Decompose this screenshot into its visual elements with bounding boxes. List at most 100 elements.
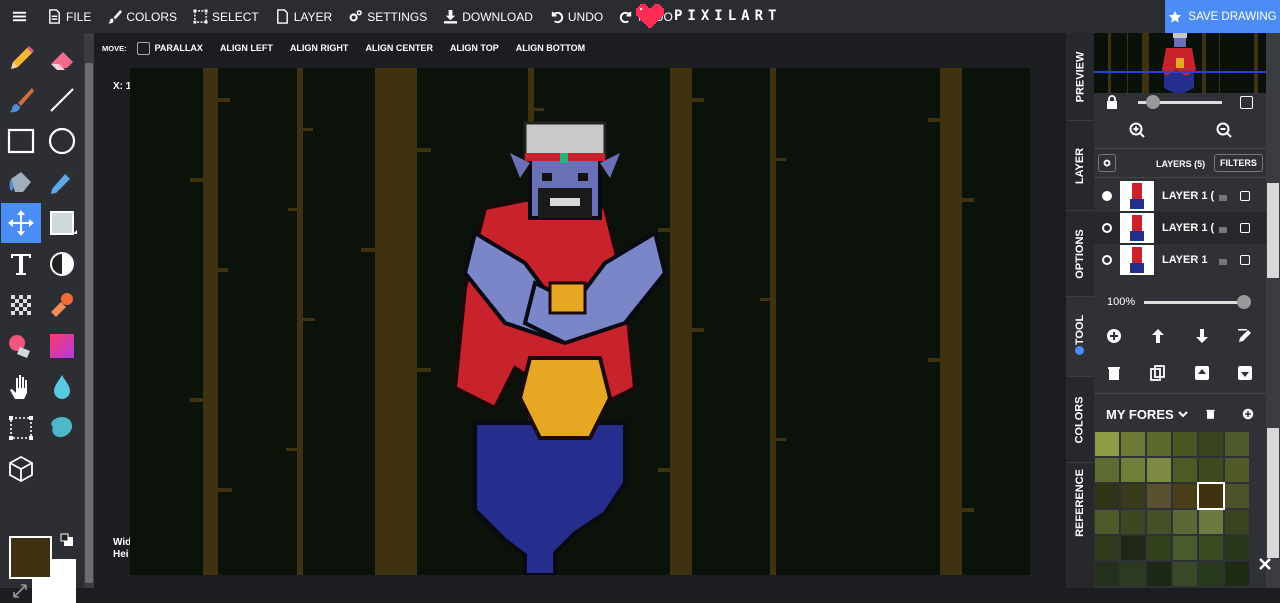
- eyedropper-tool[interactable]: [42, 162, 82, 202]
- palette-swatch[interactable]: [1173, 536, 1197, 560]
- pixilart-logo[interactable]: PIXILART: [636, 4, 781, 28]
- eraser-tool[interactable]: [42, 39, 82, 79]
- layer-active-radio[interactable]: [1102, 255, 1112, 265]
- align-right-button[interactable]: ALIGN RIGHT: [290, 43, 349, 53]
- checker-tool[interactable]: [1, 285, 41, 325]
- drawing-canvas[interactable]: [130, 68, 1030, 575]
- chevron-down-icon[interactable]: [1178, 409, 1188, 419]
- tab-colors[interactable]: COLORS: [1066, 377, 1094, 463]
- palette-name[interactable]: MY FORES: [1106, 407, 1174, 422]
- palette-swatch[interactable]: [1095, 484, 1119, 508]
- lock-icon[interactable]: [1106, 95, 1118, 109]
- parallax-checkbox[interactable]: [136, 41, 150, 55]
- gradient-tool[interactable]: [42, 326, 82, 366]
- palette-swatch[interactable]: [1147, 562, 1171, 586]
- reset-colors-icon[interactable]: [12, 583, 28, 599]
- layer-opacity-slider[interactable]: [1144, 295, 1251, 309]
- palette-swatch[interactable]: [1173, 458, 1197, 482]
- tab-preview[interactable]: PREVIEW: [1066, 33, 1094, 121]
- save-drawing-button[interactable]: SAVE DRAWING: [1165, 0, 1280, 33]
- rename-layer-button[interactable]: [1235, 326, 1255, 346]
- add-circle-icon[interactable]: [1242, 408, 1254, 420]
- layer-visibility-checkbox[interactable]: [1240, 191, 1250, 201]
- palette-swatch[interactable]: [1199, 536, 1223, 560]
- palette-swatch[interactable]: [1095, 510, 1119, 534]
- stamp-tool[interactable]: [42, 285, 82, 325]
- palette-swatch[interactable]: [1225, 562, 1249, 586]
- lasso-tool[interactable]: [42, 408, 82, 448]
- layer-visibility-checkbox[interactable]: [1240, 255, 1250, 265]
- layer-active-radio[interactable]: [1102, 191, 1112, 201]
- preview-zoom-slider[interactable]: [1138, 95, 1222, 109]
- fill-tool[interactable]: [1, 162, 41, 202]
- palette-swatch[interactable]: [1095, 432, 1119, 456]
- blur-tool[interactable]: [42, 367, 82, 407]
- palette-swatch[interactable]: [1225, 458, 1249, 482]
- 3d-tool[interactable]: [1, 449, 41, 489]
- layer-lock-icon[interactable]: [1218, 223, 1228, 233]
- tab-layer[interactable]: LAYER: [1066, 121, 1094, 211]
- select-menu-button[interactable]: SELECT: [185, 0, 267, 33]
- color-eraser-tool[interactable]: [1, 326, 41, 366]
- download-menu-button[interactable]: DOWNLOAD: [435, 0, 541, 33]
- add-layer-button[interactable]: [1104, 326, 1124, 346]
- dither-tool[interactable]: [42, 244, 82, 284]
- layer-item[interactable]: LAYER 1 (: [1094, 212, 1266, 244]
- layer-lock-icon[interactable]: [1218, 255, 1228, 265]
- align-top-button[interactable]: ALIGN TOP: [450, 43, 499, 53]
- parallax-toggle[interactable]: PARALLAX: [136, 41, 203, 55]
- palette-swatch[interactable]: [1199, 562, 1223, 586]
- close-icon[interactable]: [1259, 558, 1271, 570]
- preview-thumbnail[interactable]: [1094, 33, 1266, 93]
- layer-active-radio[interactable]: [1102, 223, 1112, 233]
- swap-colors-icon[interactable]: [60, 533, 74, 547]
- layer-lock-icon[interactable]: [1218, 191, 1228, 201]
- hamburger-menu-button[interactable]: [0, 0, 39, 33]
- select-rect-tool[interactable]: [1, 408, 41, 448]
- palette-swatch[interactable]: [1225, 484, 1249, 508]
- align-left-button[interactable]: ALIGN LEFT: [220, 43, 273, 53]
- preview-toggle-checkbox[interactable]: [1240, 96, 1253, 109]
- palette-swatch[interactable]: [1197, 482, 1225, 510]
- file-menu-button[interactable]: FILE: [39, 0, 99, 33]
- palette-swatch[interactable]: [1147, 484, 1171, 508]
- colors-menu-button[interactable]: COLORS: [99, 0, 185, 33]
- hand-tool[interactable]: [1, 367, 41, 407]
- layer-item[interactable]: LAYER 1 (: [1094, 180, 1266, 212]
- zoom-in-icon[interactable]: [1129, 122, 1145, 138]
- move-tool[interactable]: [1, 203, 41, 243]
- layer-menu-button[interactable]: LAYER: [267, 0, 340, 33]
- layer-visibility-checkbox[interactable]: [1240, 223, 1250, 233]
- align-center-button[interactable]: ALIGN CENTER: [365, 43, 433, 53]
- selection-shape-tool[interactable]: [42, 203, 82, 243]
- palette-swatch[interactable]: [1225, 432, 1249, 456]
- palette-swatch[interactable]: [1199, 458, 1223, 482]
- tab-reference[interactable]: REFERENCE: [1066, 463, 1094, 543]
- palette-swatch[interactable]: [1121, 536, 1145, 560]
- palette-swatch[interactable]: [1095, 458, 1119, 482]
- undo-button[interactable]: UNDO: [541, 0, 611, 33]
- filters-button[interactable]: FILTERS: [1214, 154, 1263, 172]
- merge-down-button[interactable]: [1235, 363, 1255, 383]
- palette-swatch[interactable]: [1173, 432, 1197, 456]
- settings-menu-button[interactable]: SETTINGS: [340, 0, 435, 33]
- right-panel-scrollbar[interactable]: [1266, 33, 1280, 588]
- palette-swatch[interactable]: [1095, 536, 1119, 560]
- rectangle-tool[interactable]: [1, 121, 41, 161]
- move-layer-up-button[interactable]: [1148, 326, 1168, 346]
- brush-tool[interactable]: [1, 80, 41, 120]
- line-tool[interactable]: [42, 80, 82, 120]
- palette-swatch[interactable]: [1173, 510, 1197, 534]
- palette-swatch[interactable]: [1199, 510, 1223, 534]
- delete-layer-button[interactable]: [1104, 363, 1124, 383]
- palette-swatch[interactable]: [1199, 432, 1223, 456]
- tool-panel-scrollbar[interactable]: [84, 33, 94, 588]
- palette-swatch[interactable]: [1121, 432, 1145, 456]
- palette-swatch[interactable]: [1147, 510, 1171, 534]
- palette-swatch[interactable]: [1225, 510, 1249, 534]
- pencil-tool[interactable]: [1, 39, 41, 79]
- palette-swatch[interactable]: [1147, 536, 1171, 560]
- move-layer-down-button[interactable]: [1192, 326, 1212, 346]
- duplicate-layer-button[interactable]: [1148, 363, 1168, 383]
- palette-swatch[interactable]: [1147, 432, 1171, 456]
